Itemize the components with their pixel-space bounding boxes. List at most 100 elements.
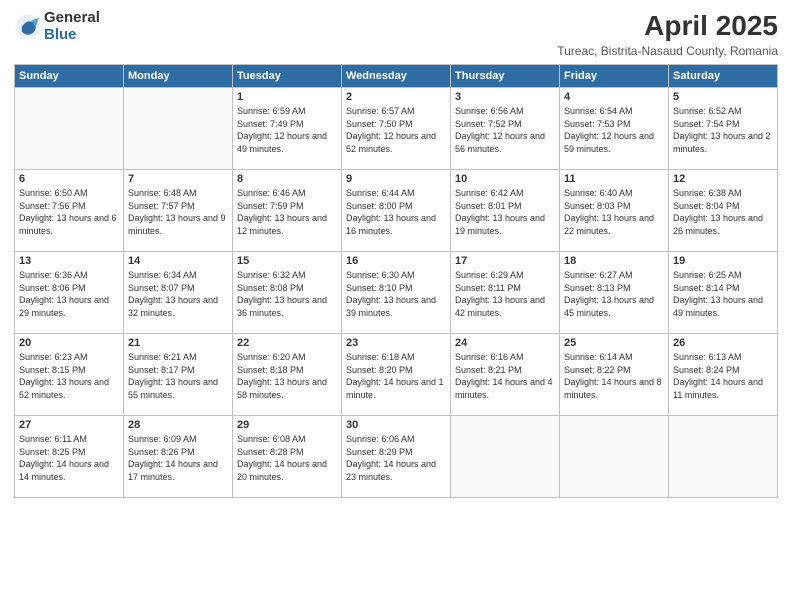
day-number: 12 bbox=[673, 173, 773, 185]
day-number: 18 bbox=[564, 255, 664, 267]
day-number: 6 bbox=[19, 173, 119, 185]
calendar-cell: 17 Sunrise: 6:29 AM Sunset: 8:11 PM Dayli… bbox=[451, 252, 560, 334]
day-info: Sunrise: 6:18 AM Sunset: 8:20 PM Dayligh… bbox=[346, 351, 446, 401]
day-info: Sunrise: 6:48 AM Sunset: 7:57 PM Dayligh… bbox=[128, 187, 228, 237]
calendar-cell: 7 Sunrise: 6:48 AM Sunset: 7:57 PM Daylig… bbox=[124, 170, 233, 252]
calendar-cell: 5 Sunrise: 6:52 AM Sunset: 7:54 PM Daylig… bbox=[669, 88, 778, 170]
day-number: 8 bbox=[237, 173, 337, 185]
calendar-cell: 25 Sunrise: 6:14 AM Sunset: 8:22 PM Dayli… bbox=[560, 334, 669, 416]
calendar-week-3: 13Sunrise: 6:36 AM Sunset: 8:06 PM Dayli… bbox=[15, 252, 778, 334]
calendar-header: Sunday Monday Tuesday Wednesday Thursday… bbox=[15, 65, 778, 88]
calendar-cell: 1 Sunrise: 6:59 AM Sunset: 7:49 PM Daylig… bbox=[233, 88, 342, 170]
day-info: Sunrise: 6:06 AM Sunset: 8:29 PM Dayligh… bbox=[346, 433, 446, 483]
day-number: 14 bbox=[128, 255, 228, 267]
page: General Blue April 2025 Tureac, Bistrita… bbox=[0, 0, 792, 612]
calendar-week-5: 27 Sunrise: 6:11 AM Sunset: 8:25 PM Dayli… bbox=[15, 416, 778, 498]
calendar-cell: 27 Sunrise: 6:11 AM Sunset: 8:25 PM Dayli… bbox=[15, 416, 124, 498]
day-number: 3 bbox=[455, 91, 555, 103]
calendar-cell: 29Sunrise: 6:08 AM Sunset: 8:28 PM Dayli… bbox=[233, 416, 342, 498]
calendar-cell: 14 Sunrise: 6:34 AM Sunset: 8:07 PM Dayli… bbox=[124, 252, 233, 334]
day-info: Sunrise: 6:20 AM Sunset: 8:18 PM Dayligh… bbox=[237, 351, 337, 401]
day-number: 5 bbox=[673, 91, 773, 103]
calendar-cell bbox=[124, 88, 233, 170]
calendar-cell: 20 Sunrise: 6:23 AM Sunset: 8:15 PM Dayli… bbox=[15, 334, 124, 416]
day-number: 4 bbox=[564, 91, 664, 103]
day-number: 2 bbox=[346, 91, 446, 103]
header-saturday: Saturday bbox=[669, 65, 778, 88]
day-info: Sunrise: 6:56 AM Sunset: 7:52 PM Dayligh… bbox=[455, 105, 555, 155]
day-info: Sunrise: 6:29 AM Sunset: 8:11 PM Dayligh… bbox=[455, 269, 555, 319]
day-info: Sunrise: 6:23 AM Sunset: 8:15 PM Dayligh… bbox=[19, 351, 119, 401]
day-number: 22 bbox=[237, 337, 337, 349]
header-tuesday: Tuesday bbox=[233, 65, 342, 88]
day-number: 21 bbox=[128, 337, 228, 349]
day-info: Sunrise: 6:50 AM Sunset: 7:56 PM Dayligh… bbox=[19, 187, 119, 237]
calendar-cell bbox=[451, 416, 560, 498]
day-info: Sunrise: 6:38 AM Sunset: 8:04 PM Dayligh… bbox=[673, 187, 773, 237]
day-info: Sunrise: 6:46 AM Sunset: 7:59 PM Dayligh… bbox=[237, 187, 337, 237]
day-info: Sunrise: 6:40 AM Sunset: 8:03 PM Dayligh… bbox=[564, 187, 664, 237]
day-number: 20 bbox=[19, 337, 119, 349]
day-info: Sunrise: 6:08 AM Sunset: 8:28 PM Dayligh… bbox=[237, 433, 337, 483]
calendar-cell: 26Sunrise: 6:13 AM Sunset: 8:24 PM Dayli… bbox=[669, 334, 778, 416]
day-number: 30 bbox=[346, 419, 446, 431]
day-number: 28 bbox=[128, 419, 228, 431]
day-info: Sunrise: 6:36 AM Sunset: 8:06 PM Dayligh… bbox=[19, 269, 119, 319]
day-number: 16 bbox=[346, 255, 446, 267]
day-number: 15 bbox=[237, 255, 337, 267]
title-block: April 2025 Tureac, Bistrita-Nasaud Count… bbox=[557, 10, 778, 58]
calendar-week-4: 20 Sunrise: 6:23 AM Sunset: 8:15 PM Dayli… bbox=[15, 334, 778, 416]
day-info: Sunrise: 6:42 AM Sunset: 8:01 PM Dayligh… bbox=[455, 187, 555, 237]
day-info: Sunrise: 6:13 AM Sunset: 8:24 PM Dayligh… bbox=[673, 351, 773, 401]
calendar-cell: 9 Sunrise: 6:44 AM Sunset: 8:00 PM Daylig… bbox=[342, 170, 451, 252]
day-info: Sunrise: 6:11 AM Sunset: 8:25 PM Dayligh… bbox=[19, 433, 119, 483]
header-wednesday: Wednesday bbox=[342, 65, 451, 88]
day-info: Sunrise: 6:27 AM Sunset: 8:13 PM Dayligh… bbox=[564, 269, 664, 319]
calendar-cell: 16 Sunrise: 6:30 AM Sunset: 8:10 PM Dayli… bbox=[342, 252, 451, 334]
day-number: 23 bbox=[346, 337, 446, 349]
logo: General Blue bbox=[14, 10, 100, 43]
calendar-cell bbox=[560, 416, 669, 498]
header-friday: Friday bbox=[560, 65, 669, 88]
calendar-cell: 24 Sunrise: 6:16 AM Sunset: 8:21 PM Dayli… bbox=[451, 334, 560, 416]
day-number: 1 bbox=[237, 91, 337, 103]
calendar-cell: 2 Sunrise: 6:57 AM Sunset: 7:50 PM Daylig… bbox=[342, 88, 451, 170]
logo-blue: Blue bbox=[44, 27, 100, 44]
calendar-cell: 23 Sunrise: 6:18 AM Sunset: 8:20 PM Dayli… bbox=[342, 334, 451, 416]
day-number: 19 bbox=[673, 255, 773, 267]
calendar-week-2: 6 Sunrise: 6:50 AM Sunset: 7:56 PM Daylig… bbox=[15, 170, 778, 252]
calendar-table: Sunday Monday Tuesday Wednesday Thursday… bbox=[14, 64, 778, 498]
day-number: 9 bbox=[346, 173, 446, 185]
day-info: Sunrise: 6:44 AM Sunset: 8:00 PM Dayligh… bbox=[346, 187, 446, 237]
day-info: Sunrise: 6:59 AM Sunset: 7:49 PM Dayligh… bbox=[237, 105, 337, 155]
day-info: Sunrise: 6:16 AM Sunset: 8:21 PM Dayligh… bbox=[455, 351, 555, 401]
header: General Blue April 2025 Tureac, Bistrita… bbox=[14, 10, 778, 58]
day-number: 25 bbox=[564, 337, 664, 349]
day-info: Sunrise: 6:14 AM Sunset: 8:22 PM Dayligh… bbox=[564, 351, 664, 401]
day-info: Sunrise: 6:32 AM Sunset: 8:08 PM Dayligh… bbox=[237, 269, 337, 319]
day-number: 17 bbox=[455, 255, 555, 267]
calendar-cell bbox=[669, 416, 778, 498]
header-row: Sunday Monday Tuesday Wednesday Thursday… bbox=[15, 65, 778, 88]
day-number: 24 bbox=[455, 337, 555, 349]
calendar-cell: 3 Sunrise: 6:56 AM Sunset: 7:52 PM Daylig… bbox=[451, 88, 560, 170]
calendar-cell: 11 Sunrise: 6:40 AM Sunset: 8:03 PM Dayli… bbox=[560, 170, 669, 252]
calendar-cell: 13Sunrise: 6:36 AM Sunset: 8:06 PM Dayli… bbox=[15, 252, 124, 334]
day-info: Sunrise: 6:52 AM Sunset: 7:54 PM Dayligh… bbox=[673, 105, 773, 155]
day-number: 11 bbox=[564, 173, 664, 185]
calendar-cell: 6 Sunrise: 6:50 AM Sunset: 7:56 PM Daylig… bbox=[15, 170, 124, 252]
calendar-cell: 4Sunrise: 6:54 AM Sunset: 7:53 PM Daylig… bbox=[560, 88, 669, 170]
calendar-cell: 10 Sunrise: 6:42 AM Sunset: 8:01 PM Dayli… bbox=[451, 170, 560, 252]
calendar-title: April 2025 bbox=[557, 10, 778, 42]
day-number: 7 bbox=[128, 173, 228, 185]
day-number: 10 bbox=[455, 173, 555, 185]
day-info: Sunrise: 6:30 AM Sunset: 8:10 PM Dayligh… bbox=[346, 269, 446, 319]
day-info: Sunrise: 6:34 AM Sunset: 8:07 PM Dayligh… bbox=[128, 269, 228, 319]
calendar-cell: 28Sunrise: 6:09 AM Sunset: 8:26 PM Dayli… bbox=[124, 416, 233, 498]
calendar-cell: 30 Sunrise: 6:06 AM Sunset: 8:29 PM Dayli… bbox=[342, 416, 451, 498]
calendar-cell: 8 Sunrise: 6:46 AM Sunset: 7:59 PM Daylig… bbox=[233, 170, 342, 252]
day-info: Sunrise: 6:57 AM Sunset: 7:50 PM Dayligh… bbox=[346, 105, 446, 155]
calendar-subtitle: Tureac, Bistrita-Nasaud County, Romania bbox=[557, 44, 778, 58]
header-thursday: Thursday bbox=[451, 65, 560, 88]
day-number: 27 bbox=[19, 419, 119, 431]
